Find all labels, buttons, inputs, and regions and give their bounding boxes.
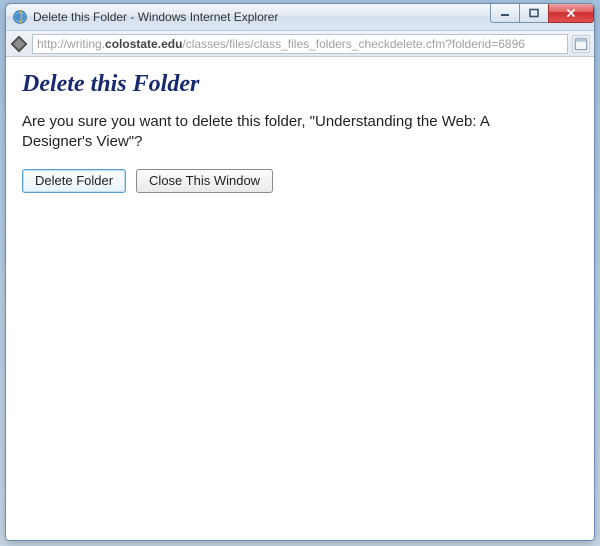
browser-window: Delete this Folder - Windows Internet Ex… [5,3,595,541]
button-row: Delete Folder Close This Window [22,169,578,193]
close-button[interactable] [548,4,594,23]
close-window-button[interactable]: Close This Window [136,169,273,193]
delete-folder-button[interactable]: Delete Folder [22,169,126,193]
url-subdomain: writing. [67,37,105,51]
url-scheme: http:// [37,37,67,51]
page-heading: Delete this Folder [22,71,578,98]
minimize-button[interactable] [490,4,520,23]
page-content: Delete this Folder Are you sure you want… [6,57,594,540]
url-domain: colostate.edu [105,37,182,51]
confirmation-text: Are you sure you want to delete this fol… [22,112,562,153]
window-title: Delete this Folder - Windows Internet Ex… [33,10,278,24]
url-field[interactable]: http://writing.colostate.edu/classes/fil… [32,34,568,54]
compat-view-icon[interactable] [572,35,590,53]
address-bar: http://writing.colostate.edu/classes/fil… [6,31,594,57]
window-controls [491,4,594,23]
ie-favicon-icon [12,9,28,25]
titlebar[interactable]: Delete this Folder - Windows Internet Ex… [6,4,594,31]
maximize-button[interactable] [519,4,549,23]
nav-icon[interactable] [10,35,28,53]
url-path: /classes/files/class_files_folders_check… [182,37,525,51]
